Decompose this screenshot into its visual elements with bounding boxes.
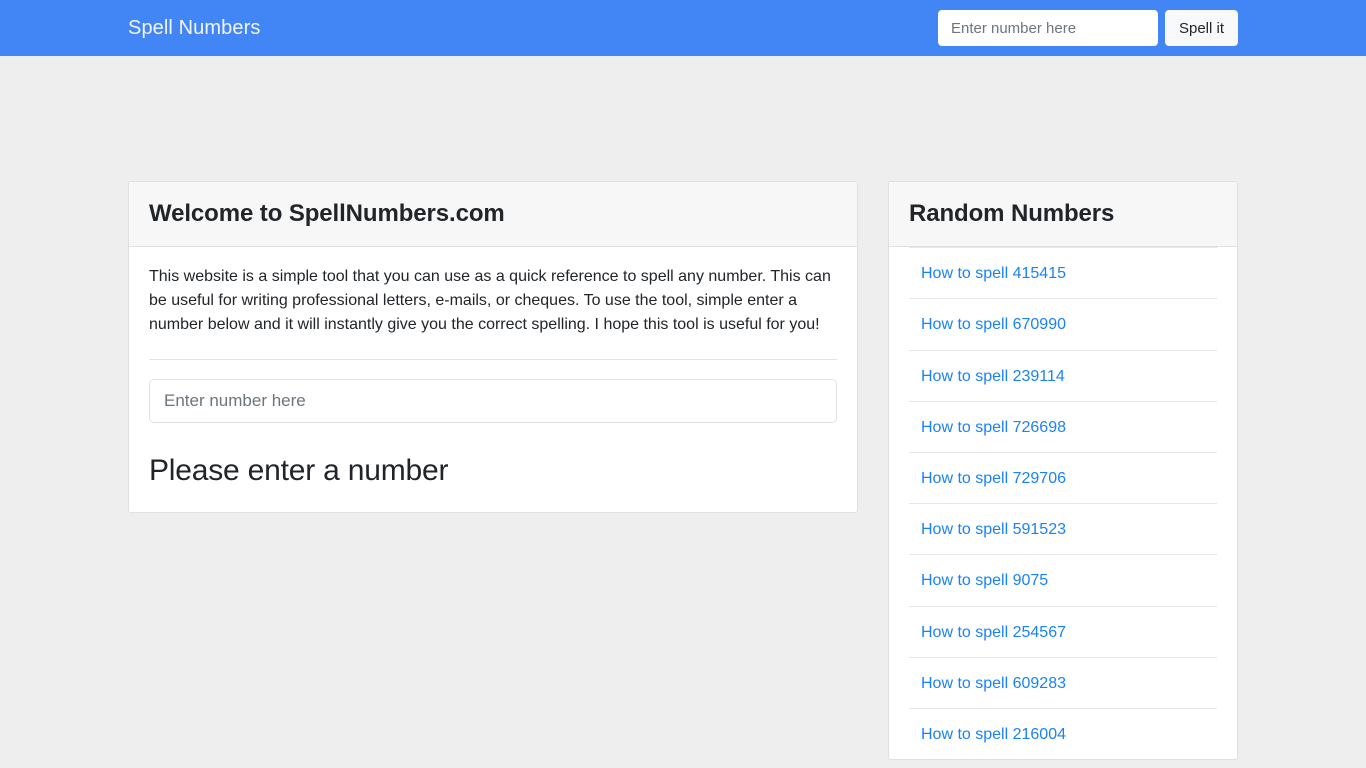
navbar-spell-it-button[interactable]: Spell it: [1164, 10, 1238, 46]
random-number-link[interactable]: How to spell 254567: [921, 624, 1066, 641]
navbar-number-input[interactable]: [937, 10, 1158, 46]
list-item[interactable]: How to spell 726698: [909, 400, 1217, 452]
random-number-link[interactable]: How to spell 216004: [921, 726, 1066, 743]
navbar-search-form: Spell it: [937, 10, 1238, 46]
list-item[interactable]: How to spell 216004: [909, 707, 1217, 759]
number-input[interactable]: [149, 379, 837, 424]
list-item[interactable]: How to spell 609283: [909, 656, 1217, 708]
random-number-link[interactable]: How to spell 609283: [921, 675, 1066, 692]
list-item[interactable]: How to spell 670990: [909, 298, 1217, 349]
welcome-card-body: This website is a simple tool that you c…: [129, 247, 857, 512]
random-number-link[interactable]: How to spell 9075: [921, 572, 1048, 589]
random-number-link[interactable]: How to spell 729706: [921, 470, 1066, 487]
random-numbers-card: Random Numbers How to spell 415415 How to…: [888, 181, 1238, 761]
welcome-card: Welcome to SpellNumbers.com This website…: [128, 181, 858, 513]
list-item[interactable]: How to spell 254567: [909, 605, 1217, 657]
random-numbers-list: How to spell 415415 How to spell 670990 Ho…: [889, 247, 1237, 759]
random-number-link[interactable]: How to spell 670990: [921, 316, 1066, 333]
main-column: Welcome to SpellNumbers.com This website…: [128, 181, 858, 513]
random-number-link[interactable]: How to spell 415415: [921, 265, 1066, 282]
random-number-link[interactable]: How to spell 726698: [921, 419, 1066, 436]
random-numbers-card-header: Random Numbers: [889, 182, 1237, 248]
navbar-brand[interactable]: Spell Numbers: [128, 18, 260, 38]
list-item[interactable]: How to spell 591523: [909, 503, 1217, 554]
content-divider: [149, 359, 837, 361]
list-item[interactable]: How to spell 415415: [909, 247, 1217, 298]
list-item[interactable]: How to spell 729706: [909, 451, 1217, 503]
page-container: Welcome to SpellNumbers.com This website…: [128, 56, 1238, 761]
result-heading: Please enter a number: [149, 454, 449, 488]
welcome-card-header: Welcome to SpellNumbers.com: [129, 182, 857, 248]
list-item[interactable]: How to spell 239114: [909, 349, 1217, 401]
list-item[interactable]: How to spell 9075: [909, 554, 1217, 605]
random-number-link[interactable]: How to spell 591523: [921, 521, 1066, 538]
top-navbar: Spell Numbers Spell it: [0, 0, 1366, 56]
sidebar-column: Random Numbers How to spell 415415 How to…: [888, 181, 1238, 761]
page-title: Welcome to SpellNumbers.com: [149, 200, 505, 227]
random-number-link[interactable]: How to spell 239114: [921, 368, 1065, 385]
intro-paragraph: This website is a simple tool that you c…: [149, 268, 831, 334]
sidebar-title: Random Numbers: [909, 200, 1115, 227]
